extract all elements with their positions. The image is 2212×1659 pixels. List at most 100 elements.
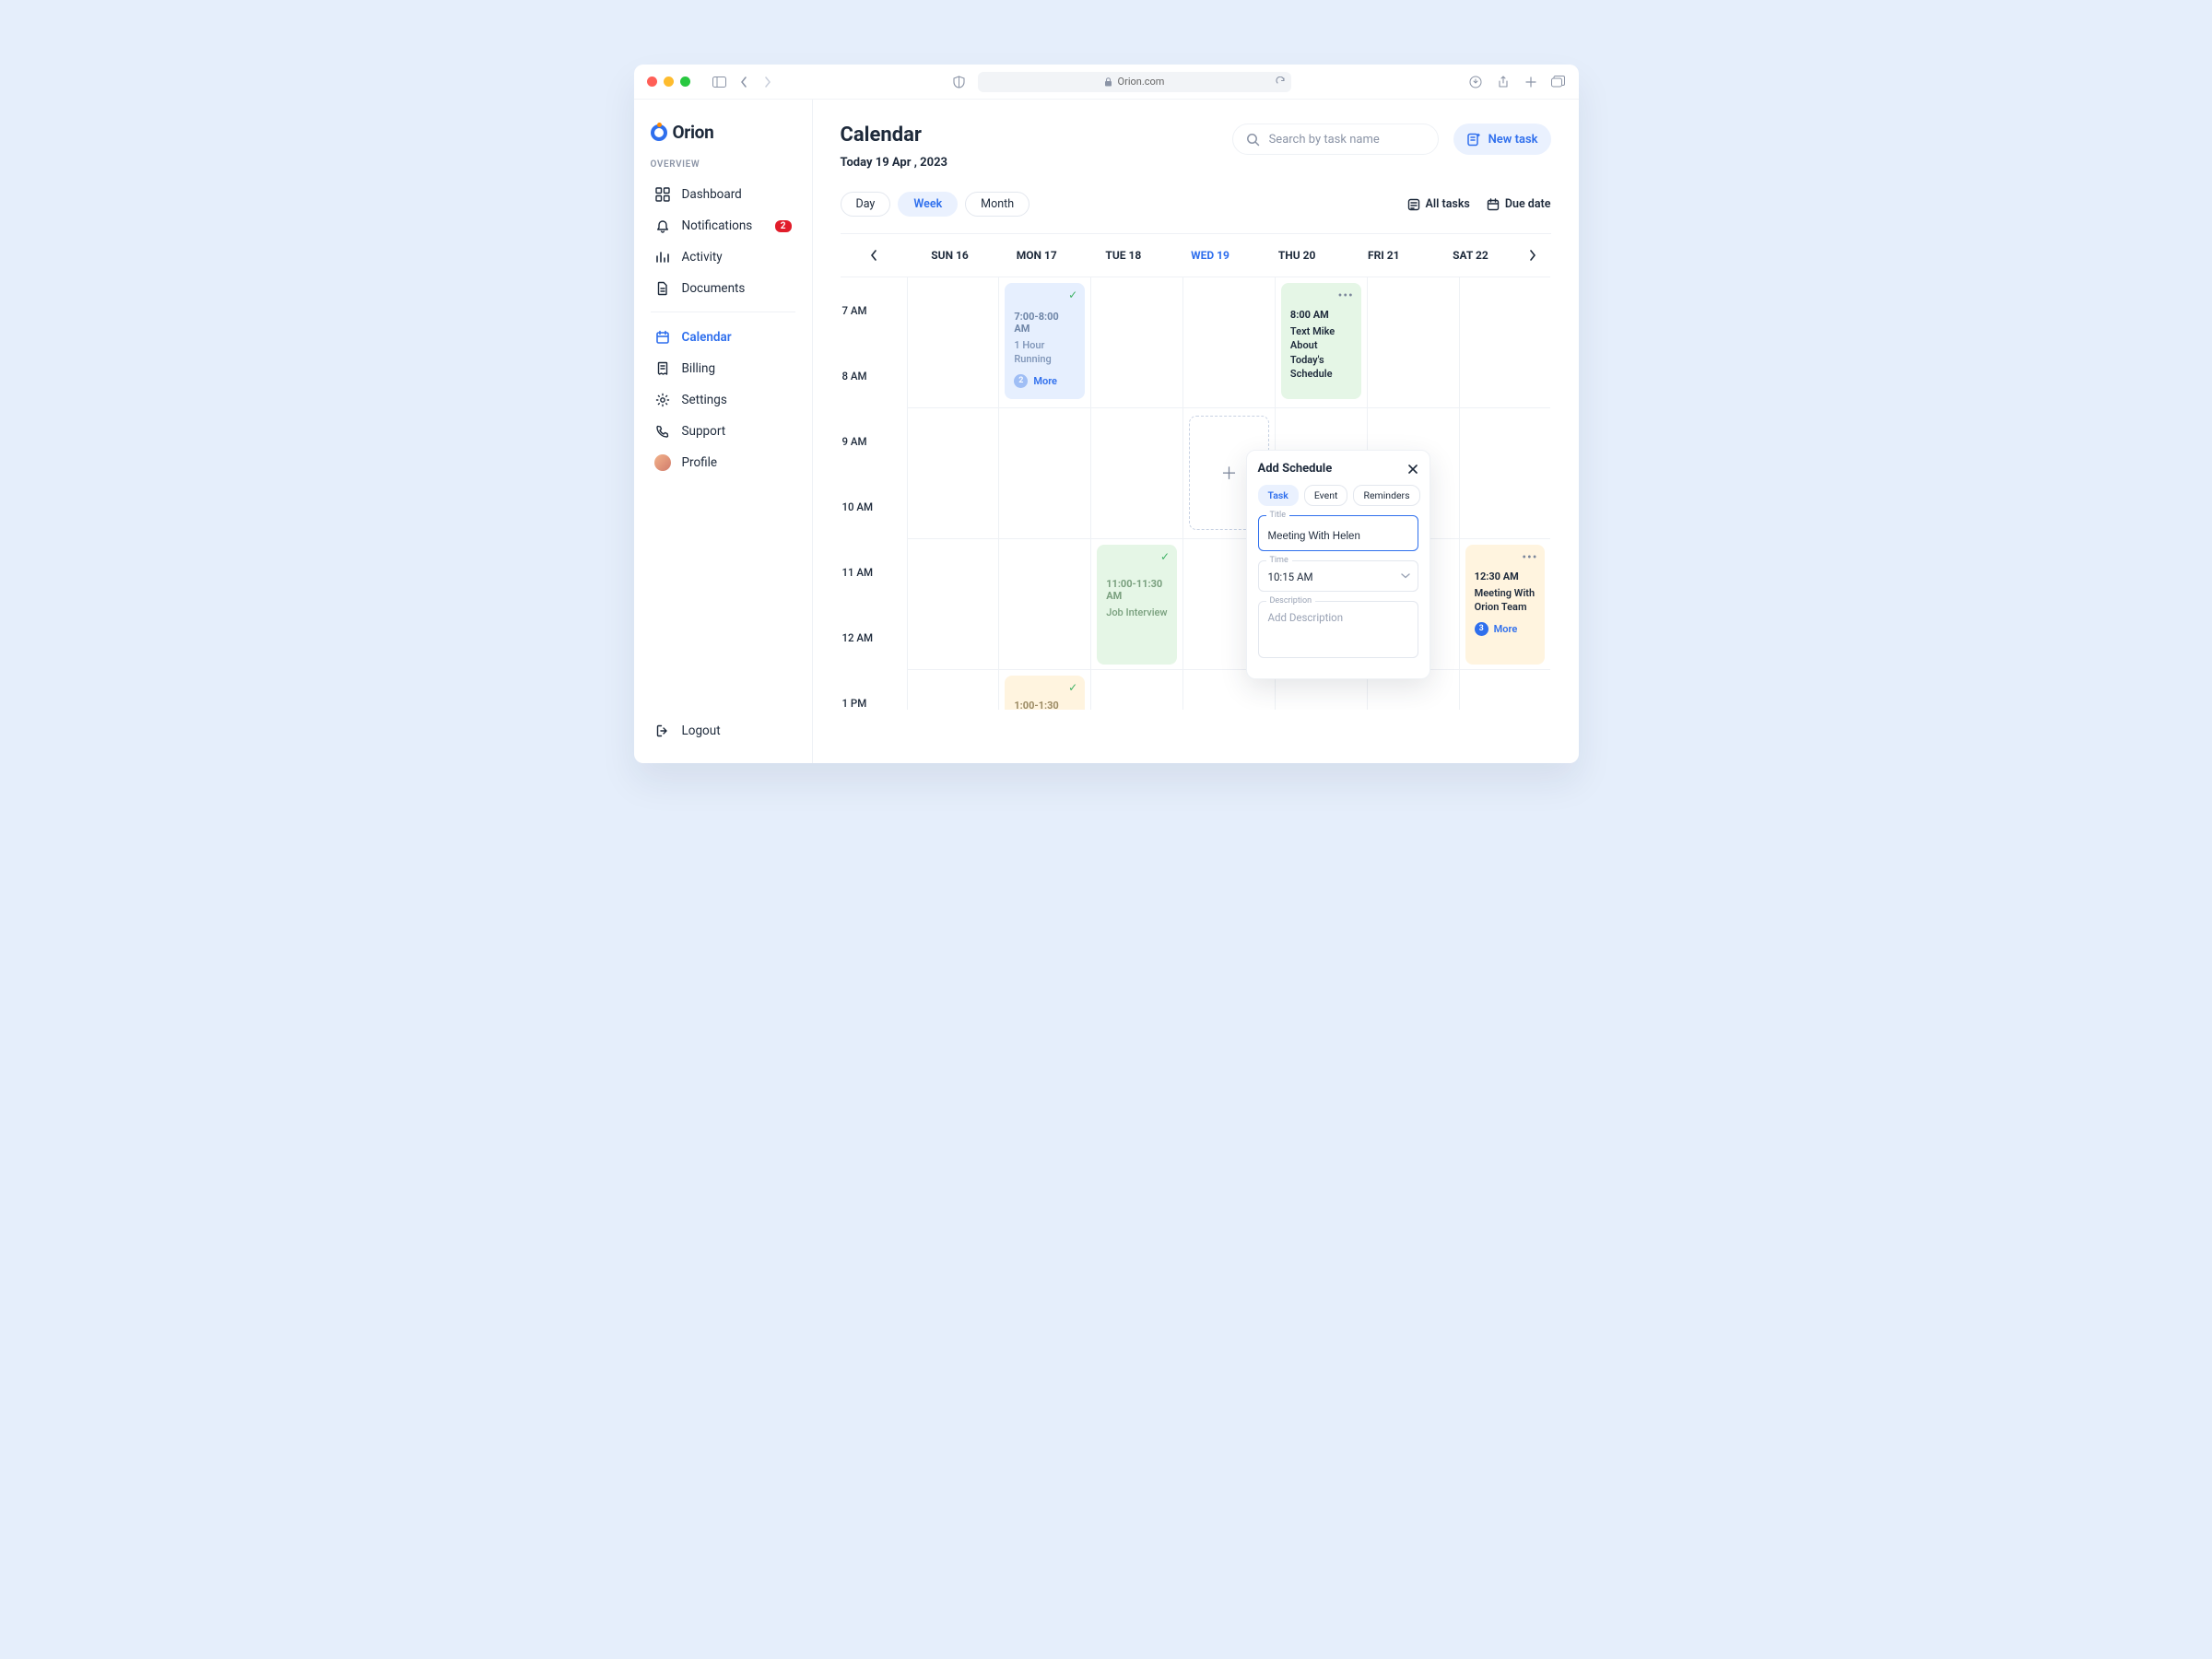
popover-tab-event[interactable]: Event bbox=[1304, 485, 1348, 506]
popover-tabs: Task Event Reminders bbox=[1258, 485, 1418, 506]
day-header-sat[interactable]: SAT 22 bbox=[1427, 249, 1513, 262]
search-icon bbox=[1246, 133, 1260, 147]
view-tab-day[interactable]: Day bbox=[841, 192, 891, 217]
event-card-running[interactable]: ✓ 7:00-8:00 AM 1 Hour Running 2 More bbox=[1005, 283, 1085, 399]
sidebar-item-dashboard[interactable]: Dashboard bbox=[651, 179, 795, 210]
receipt-icon bbox=[654, 360, 671, 377]
time-column: 7 AM 8 AM 9 AM 10 AM 11 AM 12 AM 1 PM bbox=[841, 276, 907, 710]
sidebar-item-notifications[interactable]: Notifications 2 bbox=[651, 210, 795, 241]
sidebar-item-label: Calendar bbox=[682, 330, 732, 345]
day-header-tue[interactable]: TUE 18 bbox=[1080, 249, 1167, 262]
popover-tab-reminders[interactable]: Reminders bbox=[1353, 485, 1419, 506]
day-header-sun[interactable]: SUN 16 bbox=[907, 249, 994, 262]
time-label: 11 AM bbox=[841, 539, 907, 605]
window-controls bbox=[647, 76, 690, 87]
address-bar[interactable]: Orion.com bbox=[978, 72, 1291, 92]
day-column-sun[interactable] bbox=[907, 276, 999, 710]
sidebar-item-label: Support bbox=[682, 424, 726, 439]
sidebar-item-settings[interactable]: Settings bbox=[651, 384, 795, 416]
popover-tab-task[interactable]: Task bbox=[1258, 485, 1299, 506]
sidebar-item-label: Logout bbox=[682, 724, 721, 738]
title-field[interactable]: Title bbox=[1258, 515, 1418, 551]
add-schedule-popover: Add Schedule Task Event Reminders Title bbox=[1246, 450, 1430, 679]
filter-all-tasks[interactable]: All tasks bbox=[1407, 197, 1470, 211]
day-header-wed[interactable]: WED 19 bbox=[1167, 249, 1253, 262]
logo[interactable]: Orion bbox=[651, 122, 795, 143]
event-title: Meeting With Orion Team bbox=[1475, 586, 1536, 615]
more-icon[interactable]: ••• bbox=[1522, 550, 1537, 565]
check-icon: ✓ bbox=[1160, 550, 1170, 563]
time-field[interactable]: Time 10:15 AM bbox=[1258, 560, 1418, 592]
today-date: Today 19 Apr , 2023 bbox=[841, 156, 948, 170]
check-icon: ✓ bbox=[1068, 288, 1077, 301]
sidebar-item-billing[interactable]: Billing bbox=[651, 353, 795, 384]
filter-due-date[interactable]: Due date bbox=[1487, 197, 1551, 211]
nav-forward-icon[interactable] bbox=[760, 75, 775, 89]
event-card-textmike[interactable]: ••• 8:00 AM Text Mike About Today's Sche… bbox=[1281, 283, 1361, 399]
tabs-overview-icon[interactable] bbox=[1551, 75, 1566, 89]
view-tab-week[interactable]: Week bbox=[898, 192, 958, 217]
more-count: 2 bbox=[1014, 374, 1028, 388]
more-label: More bbox=[1494, 623, 1518, 635]
shield-icon[interactable] bbox=[952, 75, 967, 89]
view-tab-month[interactable]: Month bbox=[965, 192, 1030, 217]
event-card-interview[interactable]: ✓ 11:00-11:30 AM Job Interview bbox=[1097, 545, 1177, 665]
next-week-button[interactable] bbox=[1514, 250, 1551, 261]
search-input[interactable]: Search by task name bbox=[1232, 124, 1439, 155]
event-time: 8:00 AM bbox=[1290, 309, 1352, 321]
sidebar-item-activity[interactable]: Activity bbox=[651, 241, 795, 273]
day-column-sat[interactable]: ••• 12:30 AM Meeting With Orion Team 3 M… bbox=[1459, 276, 1551, 710]
browser-chrome: Orion.com bbox=[634, 65, 1579, 100]
sidebar-item-label: Documents bbox=[682, 281, 746, 296]
time-value: 10:15 AM bbox=[1268, 571, 1408, 583]
refresh-icon[interactable] bbox=[1276, 76, 1286, 87]
check-icon: ✓ bbox=[1068, 681, 1077, 694]
new-tab-icon[interactable] bbox=[1524, 75, 1538, 89]
maximize-window-icon[interactable] bbox=[680, 76, 690, 87]
download-icon[interactable] bbox=[1468, 75, 1483, 89]
sidebar-item-documents[interactable]: Documents bbox=[651, 273, 795, 304]
prev-week-button[interactable] bbox=[841, 250, 907, 261]
event-card-afternoon[interactable]: ✓ 1:00-1:30 PM bbox=[1005, 676, 1085, 710]
sidebar-item-profile[interactable]: Profile bbox=[651, 447, 795, 478]
new-task-button[interactable]: New task bbox=[1453, 124, 1551, 155]
day-column-tue[interactable]: ✓ 11:00-11:30 AM Job Interview bbox=[1090, 276, 1182, 710]
event-more[interactable]: 3 More bbox=[1475, 622, 1518, 636]
sidebar-item-support[interactable]: Support bbox=[651, 416, 795, 447]
more-icon[interactable]: ••• bbox=[1338, 288, 1354, 303]
event-card-orion-meeting[interactable]: ••• 12:30 AM Meeting With Orion Team 3 M… bbox=[1465, 545, 1546, 665]
field-label: Time bbox=[1266, 556, 1292, 565]
bar-chart-icon bbox=[654, 249, 671, 265]
day-column-mon[interactable]: ✓ 7:00-8:00 AM 1 Hour Running 2 More ✓ bbox=[998, 276, 1090, 710]
time-label: 8 AM bbox=[841, 343, 907, 408]
nav-back-icon[interactable] bbox=[736, 75, 751, 89]
lock-icon bbox=[1104, 77, 1112, 87]
sidebar-item-logout[interactable]: Logout bbox=[651, 715, 795, 747]
title-input[interactable] bbox=[1268, 531, 1408, 542]
gear-icon bbox=[654, 392, 671, 408]
sidebar-item-label: Activity bbox=[682, 250, 723, 265]
sidebar-toggle-icon[interactable] bbox=[712, 75, 727, 89]
day-header-fri[interactable]: FRI 21 bbox=[1340, 249, 1427, 262]
time-label: 12 AM bbox=[841, 605, 907, 670]
day-header-mon[interactable]: MON 17 bbox=[994, 249, 1080, 262]
document-icon bbox=[654, 280, 671, 297]
time-label: 10 AM bbox=[841, 474, 907, 539]
close-icon[interactable] bbox=[1407, 464, 1418, 475]
day-header-thu[interactable]: THU 20 bbox=[1253, 249, 1340, 262]
description-field[interactable]: Description Add Description bbox=[1258, 601, 1418, 658]
sidebar-section-label: OVERVIEW bbox=[651, 159, 795, 170]
more-count: 3 bbox=[1475, 622, 1488, 636]
view-tabs: Day Week Month bbox=[841, 192, 1030, 217]
popover-title: Add Schedule bbox=[1258, 462, 1333, 476]
calendar-small-icon bbox=[1487, 198, 1500, 211]
sidebar-item-calendar[interactable]: Calendar bbox=[651, 322, 795, 353]
minimize-window-icon[interactable] bbox=[664, 76, 674, 87]
new-task-icon bbox=[1466, 132, 1481, 147]
close-window-icon[interactable] bbox=[647, 76, 657, 87]
sidebar-item-label: Notifications bbox=[682, 218, 753, 233]
share-icon[interactable] bbox=[1496, 75, 1511, 89]
chevron-down-icon bbox=[1401, 573, 1410, 579]
calendar-icon bbox=[654, 329, 671, 346]
event-more[interactable]: 2 More bbox=[1014, 374, 1057, 388]
